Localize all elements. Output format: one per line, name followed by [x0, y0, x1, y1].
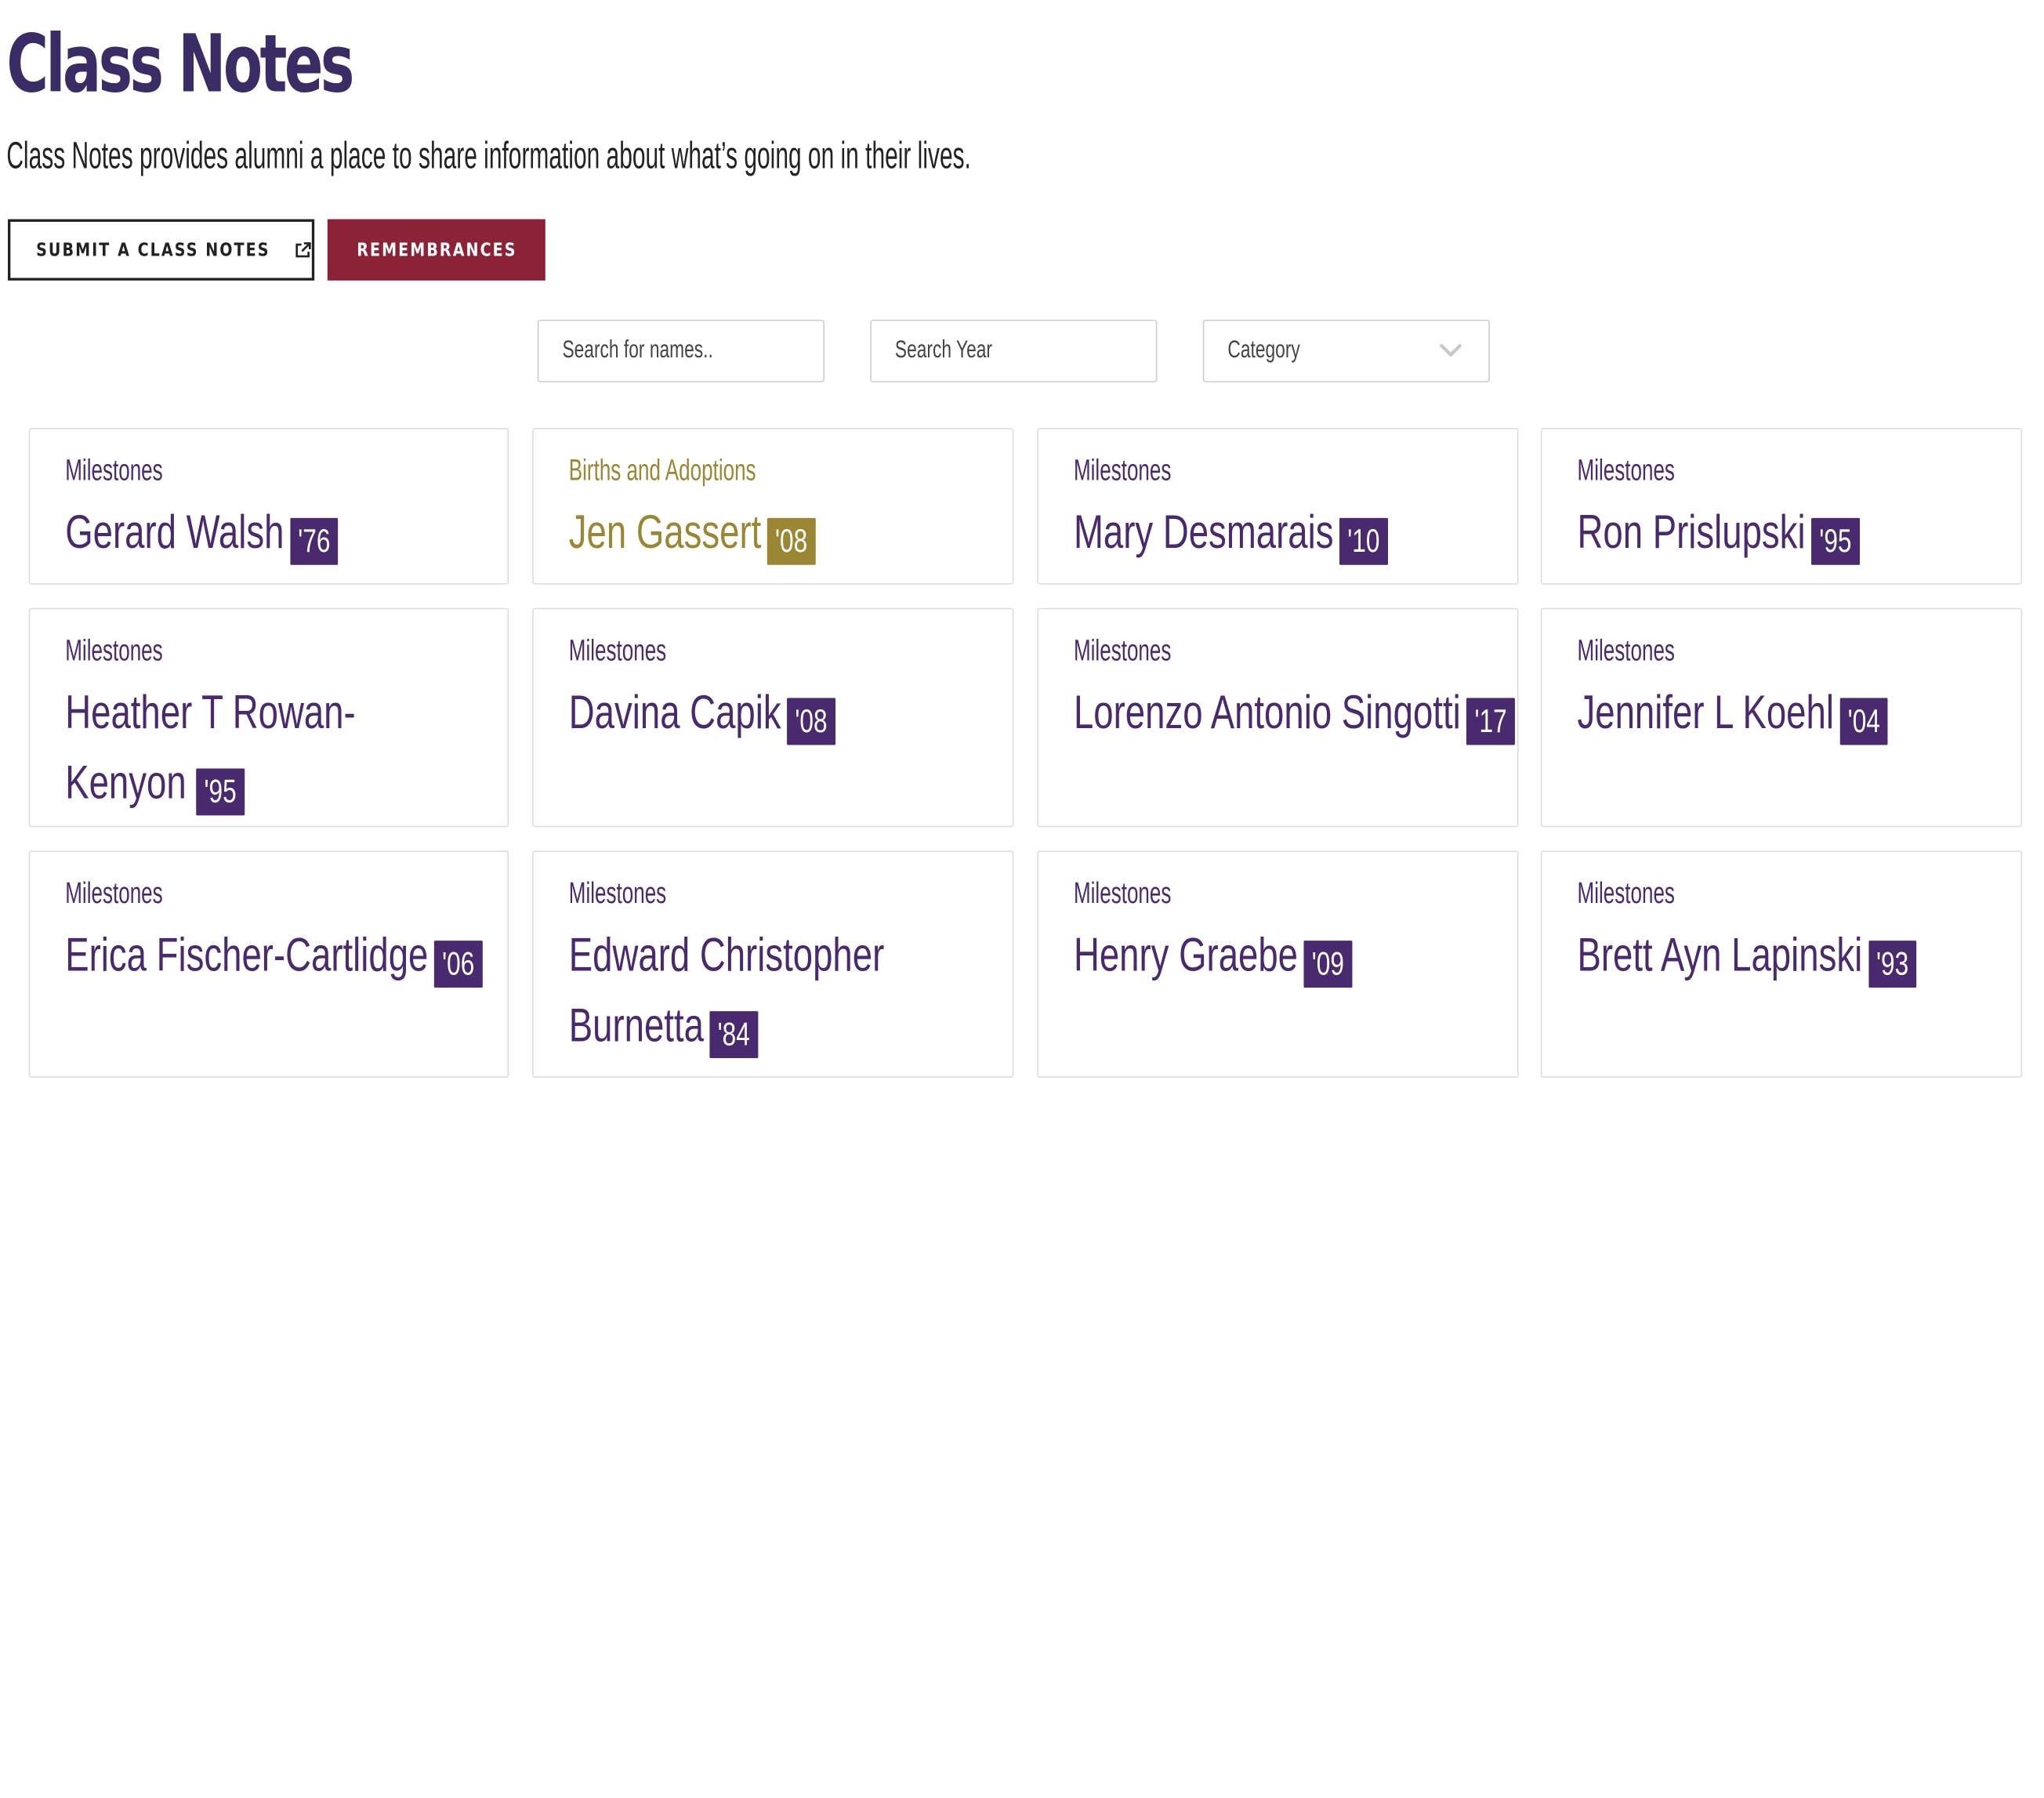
- class-year-badge: '93: [1868, 941, 1917, 988]
- note-category: Milestones: [1073, 875, 1172, 910]
- note-name-text: Henry Graebe: [1073, 927, 1299, 981]
- note-category: Milestones: [65, 452, 163, 487]
- class-note-card[interactable]: Milestones Davina Capik '08: [532, 607, 1014, 828]
- class-year-badge: '08: [787, 698, 835, 745]
- class-note-card[interactable]: Milestones Henry Graebe '09: [1037, 850, 1519, 1078]
- name-search-input[interactable]: [562, 336, 751, 366]
- note-category: Milestones: [1073, 452, 1172, 487]
- class-year-badge: '08: [766, 517, 816, 565]
- class-note-card[interactable]: Milestones Brett Ayn Lapinski '93: [1540, 850, 2023, 1078]
- note-category: Births and Adoptions: [568, 452, 756, 487]
- year-search-input[interactable]: [894, 336, 1083, 366]
- class-note-card[interactable]: Milestones Heather T Rowan-Kenyon '95: [28, 607, 509, 828]
- note-category: Milestones: [65, 633, 163, 667]
- category-select[interactable]: Category: [1202, 319, 1490, 382]
- class-year-badge: '04: [1839, 698, 1889, 745]
- remembrances-label: REMEMBRANCES: [356, 239, 516, 261]
- note-category: Milestones: [1577, 633, 1675, 667]
- class-note-card[interactable]: Milestones Ron Prislupski '95: [1540, 427, 2023, 585]
- class-note-card[interactable]: Milestones Gerard Walsh '76: [28, 427, 509, 585]
- note-name-text: Jennifer L Koehl: [1577, 684, 1834, 739]
- external-link-icon: [295, 241, 311, 257]
- note-name: Ron Prislupski '95: [1578, 497, 1994, 567]
- note-name: Henry Graebe '09: [1074, 920, 1490, 991]
- class-note-card[interactable]: Milestones Edward Christopher Burnetta '8…: [532, 850, 1014, 1078]
- note-category: Milestones: [568, 633, 667, 667]
- note-name: Mary Desmarais '10: [1074, 497, 1490, 567]
- class-year-badge: '09: [1303, 941, 1353, 988]
- class-year-badge: '10: [1339, 517, 1388, 565]
- year-search-field: [870, 319, 1158, 382]
- note-name: Jennifer L Koehl '04: [1578, 677, 1994, 748]
- note-name-text: Gerard Walsh: [65, 505, 284, 559]
- note-name-text: Lorenzo Antonio Singotti: [1073, 684, 1461, 739]
- note-category: Milestones: [1577, 875, 1675, 910]
- note-name: Gerard Walsh '76: [65, 497, 481, 567]
- note-name-text: Davina Capik: [568, 684, 781, 739]
- name-search-field: [537, 319, 825, 382]
- remembrances-button[interactable]: REMEMBRANCES: [327, 219, 545, 281]
- class-note-card[interactable]: Milestones Mary Desmarais '10: [1037, 427, 1519, 585]
- page-title: Class Notes: [6, 18, 354, 111]
- category-select-label: Category: [1227, 336, 1300, 364]
- class-note-card[interactable]: Milestones Jennifer L Koehl '04: [1540, 607, 2023, 828]
- note-category: Milestones: [65, 875, 163, 910]
- class-year-badge: '95: [1811, 517, 1860, 565]
- class-note-card[interactable]: Births and Adoptions Jen Gassert '08: [532, 427, 1014, 585]
- note-name-text: Ron Prislupski: [1577, 505, 1806, 559]
- class-year-badge: '17: [1466, 698, 1515, 745]
- submit-class-notes-label: SUBMIT A CLASS NOTES: [36, 239, 270, 261]
- note-name: Lorenzo Antonio Singotti '17: [1073, 677, 1515, 748]
- note-name: Edward Christopher Burnetta '84: [569, 920, 896, 1061]
- note-name: Davina Capik '08: [569, 677, 985, 748]
- class-year-badge: '76: [290, 517, 339, 565]
- note-name: Erica Fischer-Cartlidge '06: [65, 920, 483, 991]
- note-name: Jen Gassert '08: [569, 497, 985, 567]
- note-category: Milestones: [1073, 633, 1172, 667]
- note-category: Milestones: [1577, 452, 1675, 487]
- class-note-card[interactable]: Milestones Erica Fischer-Cartlidge '06: [28, 850, 509, 1078]
- note-name: Brett Ayn Lapinski '93: [1578, 920, 1994, 991]
- note-name-text: Brett Ayn Lapinski: [1577, 927, 1863, 981]
- class-year-badge: '95: [196, 768, 245, 816]
- page-intro: Class Notes provides alumni a place to s…: [6, 136, 971, 178]
- class-year-badge: '06: [433, 941, 483, 988]
- note-name-text: Erica Fischer-Cartlidge: [65, 927, 429, 981]
- note-name-text: Jen Gassert: [568, 505, 762, 559]
- note-name: Heather T Rowan-Kenyon '95: [65, 677, 451, 818]
- note-category: Milestones: [568, 875, 667, 910]
- note-name-text: Mary Desmarais: [1073, 505, 1334, 559]
- class-year-badge: '84: [709, 1011, 759, 1058]
- chevron-down-icon: [1440, 343, 1462, 357]
- class-note-card[interactable]: Milestones Lorenzo Antonio Singotti '17: [1037, 607, 1519, 828]
- submit-class-notes-button[interactable]: SUBMIT A CLASS NOTES: [7, 219, 315, 281]
